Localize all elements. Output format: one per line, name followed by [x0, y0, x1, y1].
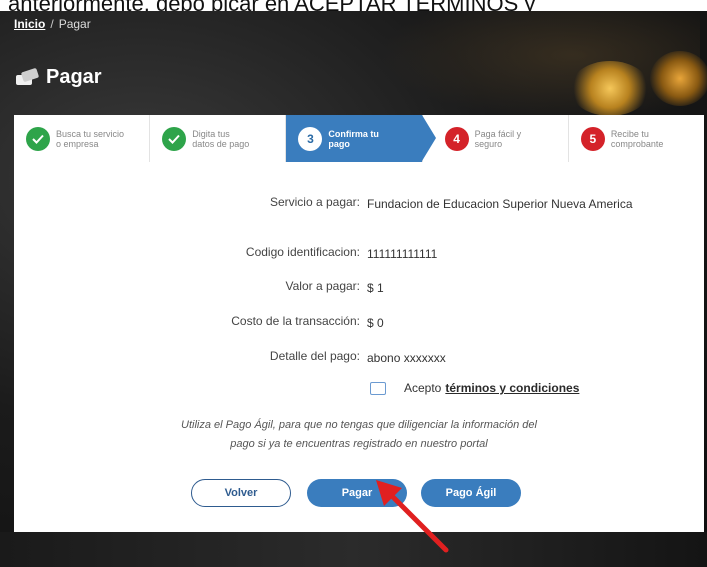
breadcrumb: Inicio / Pagar — [14, 17, 91, 31]
step-label: Busca tu servicio o empresa — [56, 128, 125, 149]
confirmation-card: Servicio a pagar: Fundacion de Educacion… — [14, 162, 704, 532]
terms-acceptance: Acepto términos y condiciones — [370, 381, 579, 395]
valor-label: Valor a pagar: — [285, 279, 361, 293]
step-label: Confirma tu pago — [328, 128, 379, 149]
check-icon — [162, 126, 187, 151]
background-light — [570, 61, 650, 116]
codigo-value: 111111111111 — [367, 247, 438, 261]
terms-prefix: Acepto — [404, 381, 442, 395]
payment-icon — [16, 67, 40, 86]
payment-panel: Inicio / Pagar Pagar Busca tu servicio o em… — [0, 11, 707, 567]
step-number: 3 — [298, 126, 323, 151]
step-digita-datos: Digita tus datos de pago — [150, 115, 287, 162]
check-icon — [26, 126, 50, 151]
servicio-value: Fundacion de Educacion Superior Nueva Am… — [367, 197, 633, 211]
step-number: 5 — [580, 126, 605, 151]
step-paga-facil: 4 Paga fácil y seguro — [423, 115, 569, 162]
step-recibe-comprobante: 5 Recibe tu comprobante — [569, 115, 704, 162]
valor-value: $ 1 — [367, 281, 384, 295]
costo-label: Costo de la transacción: — [231, 314, 360, 328]
breadcrumb-separator: / — [50, 17, 54, 31]
page-title-text: Pagar — [46, 66, 102, 88]
step-label: Recibe tu comprobante — [610, 128, 664, 149]
checkout-steps: Busca tu servicio o empresa Digita tus dat… — [14, 115, 704, 162]
page-title: Pagar — [16, 66, 102, 89]
terms-link[interactable]: términos y condiciones — [445, 381, 579, 395]
background-light — [650, 51, 707, 106]
detalle-value: abono xxxxxxx — [367, 351, 446, 365]
codigo-label: Codigo identificacion: — [245, 245, 360, 259]
breadcrumb-home-link[interactable]: Inicio — [14, 17, 45, 31]
step-confirma-pago: 3 Confirma tu pago — [286, 115, 436, 162]
red-arrow-annotation-icon — [376, 480, 449, 553]
step-number: 4 — [444, 126, 469, 151]
step-busca-servicio: Busca tu servicio o empresa — [14, 115, 151, 162]
servicio-label: Servicio a pagar: — [269, 195, 360, 209]
step-label: Digita tus datos de pago — [192, 128, 250, 149]
back-button[interactable]: Volver — [191, 479, 291, 507]
background-bottom — [0, 532, 707, 567]
step-label: Paga fácil y seguro — [474, 128, 522, 149]
pago-agil-note: Utiliza el Pago Ágil, para que no tengas… — [181, 419, 537, 450]
terms-checkbox[interactable] — [370, 381, 386, 395]
detalle-label: Detalle del pago: — [269, 349, 360, 363]
breadcrumb-current: Pagar — [58, 17, 91, 31]
costo-value: $ 0 — [367, 316, 384, 330]
